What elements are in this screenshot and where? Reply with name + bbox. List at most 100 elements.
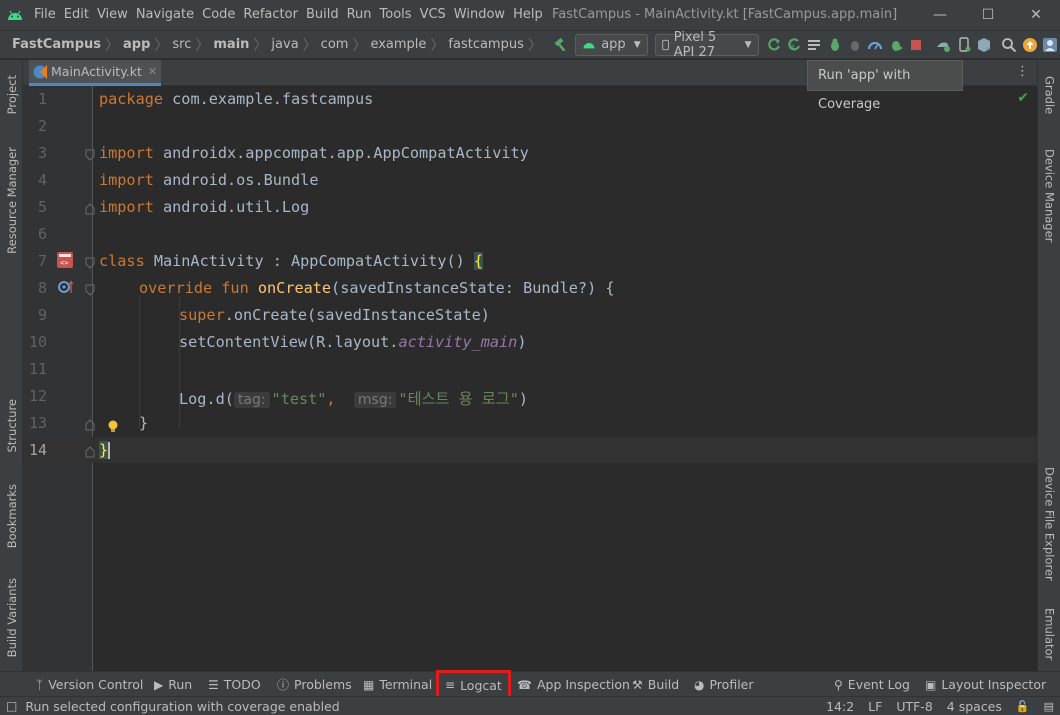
update-available-icon[interactable] <box>1020 33 1038 57</box>
menu-build[interactable]: Build <box>302 0 343 30</box>
more-vertical-icon[interactable]: ⋮ <box>1016 64 1029 79</box>
minimize-icon[interactable]: — <box>916 0 964 30</box>
memory-indicator-icon[interactable]: ▤ <box>1044 700 1054 713</box>
coverage-list-icon[interactable] <box>805 33 823 57</box>
terminal-icon: ▦ <box>363 677 375 692</box>
tool-tab-build[interactable]: ⚒ Build <box>632 672 679 697</box>
breadcrumb-item-example[interactable]: example <box>370 37 426 52</box>
menu-code[interactable]: Code <box>198 0 239 30</box>
menu-edit[interactable]: Edit <box>60 0 93 30</box>
line-number: 2 <box>37 117 47 135</box>
run-config-select[interactable]: app ▼ <box>575 33 648 56</box>
lightbulb-icon[interactable] <box>107 420 119 438</box>
profiler-gauge-icon[interactable] <box>866 33 884 57</box>
apply-changes-restart-icon[interactable] <box>765 33 783 57</box>
tool-tab-terminal[interactable]: ▦ Terminal <box>363 672 432 697</box>
logcat-icon: ≡ <box>445 678 456 692</box>
tool-tab-emulator[interactable]: Emulator <box>1038 597 1060 671</box>
tool-tab-resource-manager[interactable]: Resource Manager <box>0 140 23 260</box>
chevron-down-icon: ▼ <box>744 39 752 50</box>
indent-setting[interactable]: 4 spaces <box>947 699 1002 714</box>
menu-navigate[interactable]: Navigate <box>132 0 198 30</box>
tool-tab-profiler[interactable]: ◕ Profiler <box>694 672 754 697</box>
breadcrumb-item-project[interactable]: FastCampus <box>4 37 101 52</box>
window-title: FastCampus - MainActivity.kt [FastCampus… <box>552 7 898 22</box>
close-icon[interactable]: ✕ <box>148 65 157 78</box>
bottom-tool-bar: ᛉ Version Control ▶ Run ☰ TODO ⓘ Problems ▦ T… <box>0 670 1060 700</box>
fold-marker[interactable] <box>85 149 95 161</box>
tool-tab-device-file-explorer[interactable]: Device File Explorer <box>1038 458 1060 590</box>
maximize-icon[interactable]: ☐ <box>964 0 1012 30</box>
breadcrumb-item-fastcampus[interactable]: fastcampus <box>448 37 523 52</box>
menu-vcs[interactable]: VCS <box>416 0 450 30</box>
sync-gradle-icon[interactable] <box>934 33 952 57</box>
line-number: 7 <box>37 252 47 270</box>
tool-tab-bookmarks[interactable]: Bookmarks <box>0 475 23 557</box>
device-select[interactable]: Pixel 5 API 27 ▼ <box>654 30 759 60</box>
tool-tab-build-variants[interactable]: Build Variants <box>0 570 23 666</box>
avatar[interactable] <box>1041 33 1059 57</box>
lock-icon[interactable]: 🔓 <box>1016 700 1030 713</box>
sdk-manager-icon[interactable] <box>975 33 993 57</box>
tool-tab-app-inspection[interactable]: ☎ App Inspection <box>517 672 630 697</box>
tool-tab-structure[interactable]: Structure <box>0 390 23 462</box>
debug-bug-icon[interactable] <box>826 33 844 57</box>
close-icon[interactable]: ✕ <box>1012 0 1060 30</box>
activity-layout-icon[interactable]: <> <box>55 250 75 274</box>
breadcrumb-item-main[interactable]: main <box>213 37 249 52</box>
run-with-coverage-icon[interactable] <box>886 33 904 57</box>
line-number: 5 <box>37 198 47 216</box>
menu-help[interactable]: Help <box>509 0 547 30</box>
file-encoding[interactable]: UTF-8 <box>896 699 932 714</box>
stop-icon[interactable] <box>907 33 925 57</box>
override-method-icon[interactable] <box>58 279 76 299</box>
menu-file[interactable]: File <box>30 0 60 30</box>
breadcrumb-item-java[interactable]: java <box>271 37 298 52</box>
fold-marker[interactable] <box>85 446 95 458</box>
breadcrumb-item-com[interactable]: com <box>321 37 349 52</box>
hammer-build-icon[interactable] <box>552 33 570 57</box>
line-number: 12 <box>28 387 47 405</box>
tool-tab-project[interactable]: Project <box>0 66 23 124</box>
menu-run[interactable]: Run <box>343 0 376 30</box>
fold-marker[interactable] <box>85 419 95 431</box>
caret-position[interactable]: 14:2 <box>826 699 854 714</box>
breadcrumb-item-src[interactable]: src <box>172 37 191 52</box>
hammer-icon: ⚒ <box>632 677 643 692</box>
editor-tab-mainactivity[interactable]: MainActivity.kt ✕ <box>29 60 162 86</box>
menu-refactor[interactable]: Refactor <box>239 0 302 30</box>
line-number: 13 <box>28 414 47 432</box>
breadcrumb-item-app[interactable]: app <box>123 37 150 52</box>
menu-tools[interactable]: Tools <box>376 0 416 30</box>
branch-icon: ᛉ <box>36 677 44 692</box>
attach-debugger-icon[interactable] <box>846 33 864 57</box>
status-bar: □ Run selected configuration with covera… <box>0 696 1060 715</box>
code-editor[interactable]: ✔ 1 2 3 4 5 6 7 8 9 10 11 12 13 14 <> pa… <box>23 86 1037 671</box>
tool-tab-event-log[interactable]: ⚲ Event Log <box>834 672 910 697</box>
status-indicators: 14:2 LF UTF-8 4 spaces 🔓 ▤ <box>812 697 1054 715</box>
device-manager-icon[interactable] <box>954 33 972 57</box>
fold-marker[interactable] <box>85 203 95 215</box>
apply-code-changes-icon[interactable]: k <box>785 33 803 57</box>
search-icon[interactable] <box>1000 33 1018 57</box>
android-icon: ☎ <box>517 677 532 692</box>
fold-marker[interactable] <box>85 257 95 269</box>
android-icon <box>583 42 595 49</box>
tool-tab-gradle[interactable]: Gradle <box>1038 64 1060 126</box>
fold-marker[interactable] <box>85 284 95 296</box>
menu-view[interactable]: View <box>93 0 132 30</box>
line-separator[interactable]: LF <box>868 699 882 714</box>
tool-tab-layout-inspector[interactable]: ▣ Layout Inspector <box>925 672 1046 697</box>
tool-tab-run[interactable]: ▶ Run <box>154 672 192 697</box>
line-number: 1 <box>37 90 47 108</box>
tool-tab-problems[interactable]: ⓘ Problems <box>277 672 352 697</box>
toggle-tool-windows-icon[interactable]: □ <box>6 699 17 713</box>
parameter-hint: msg: <box>353 392 397 408</box>
menu-window[interactable]: Window <box>450 0 509 30</box>
tool-tab-todo[interactable]: ☰ TODO <box>208 672 261 697</box>
tool-tab-device-manager[interactable]: Device Manager <box>1038 140 1060 252</box>
android-studio-logo-icon <box>0 0 30 30</box>
tool-tab-version-control[interactable]: ᛉ Version Control <box>36 672 143 697</box>
line-number: 10 <box>28 333 47 351</box>
inspection-ok-icon[interactable]: ✔ <box>1017 90 1029 106</box>
